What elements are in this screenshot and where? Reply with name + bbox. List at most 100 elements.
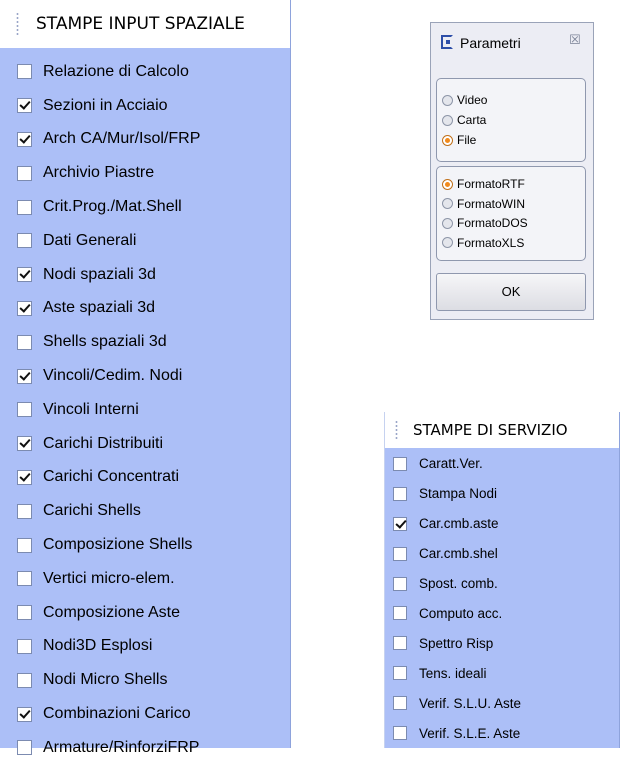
checkbox-checked-icon[interactable] (17, 469, 32, 485)
input-checkbox-arch-ca-mur-isol-frp[interactable]: Arch CA/Mur/Isol/FRP (0, 123, 290, 157)
service-checkbox-verif-s-l-e-aste[interactable]: Verif. S.L.E. Aste (385, 718, 619, 748)
checkbox-unchecked-icon[interactable] (393, 456, 407, 471)
input-checkbox-composizione-shells[interactable]: Composizione Shells (0, 528, 290, 562)
input-checkbox-composizione-aste[interactable]: Composizione Aste (0, 596, 290, 630)
checkbox-checked-icon[interactable] (17, 267, 32, 283)
checkbox-checked-icon[interactable] (17, 436, 32, 452)
checkbox-unchecked-icon[interactable] (393, 666, 407, 681)
service-checkbox-stampa-nodi[interactable]: Stampa Nodi (385, 479, 619, 509)
checkbox-unchecked-icon[interactable] (17, 638, 32, 654)
checkbox-label: Spost. comb. (419, 576, 498, 592)
output-radio-video[interactable]: Video (442, 93, 487, 107)
radio-unselected-icon[interactable] (442, 237, 453, 248)
checkbox-label: Stampa Nodi (419, 486, 498, 502)
format-radio-formatoxls[interactable]: FormatoXLS (442, 236, 524, 250)
service-panel-title: STAMPE DI SERVIZIO (413, 421, 568, 439)
checkbox-unchecked-icon[interactable] (17, 233, 32, 249)
checkbox-unchecked-icon[interactable] (17, 402, 32, 418)
checkbox-unchecked-icon[interactable] (17, 334, 32, 350)
radio-unselected-icon[interactable] (442, 114, 453, 126)
input-checkbox-relazione-di-calcolo[interactable]: Relazione di Calcolo (0, 55, 290, 89)
checkbox-unchecked-icon[interactable] (17, 503, 32, 519)
checkbox-label: Crit.Prog./Mat.Shell (43, 198, 182, 216)
checkbox-unchecked-icon[interactable] (393, 606, 407, 621)
service-checkbox-computo-acc[interactable]: Computo acc. (385, 599, 619, 629)
input-checkbox-aste-spaziali-3d[interactable]: Aste spaziali 3d (0, 292, 290, 326)
input-checkbox-carichi-shells[interactable]: Carichi Shells (0, 494, 290, 528)
service-checkbox-spost-comb[interactable]: Spost. comb. (385, 569, 619, 599)
input-panel-header: STAMPE INPUT SPAZIALE (0, 0, 290, 48)
input-checkbox-sezioni-in-acciaio[interactable]: Sezioni in Acciaio (0, 89, 290, 123)
input-checkbox-vertici-micro-elem[interactable]: Vertici micro-elem. (0, 562, 290, 596)
checkbox-label: Archivio Piastre (43, 164, 155, 182)
radio-label: FormatoRTF (457, 177, 525, 191)
format-radio-formatortf[interactable]: FormatoRTF (442, 177, 525, 191)
radio-label: File (457, 133, 477, 147)
checkbox-unchecked-icon[interactable] (17, 64, 32, 80)
checkbox-label: Vertici micro-elem. (43, 569, 175, 587)
close-icon[interactable]: ☒ (567, 32, 583, 48)
input-checkbox-vincoli-cedim-nodi[interactable]: Vincoli/Cedim. Nodi (0, 359, 290, 393)
input-checkbox-carichi-distribuiti[interactable]: Carichi Distribuiti (0, 427, 290, 461)
checkbox-unchecked-icon[interactable] (393, 726, 407, 741)
format-radio-formatowin[interactable]: FormatoWIN (442, 197, 525, 211)
format-radio-formatodos[interactable]: FormatoDOS (442, 216, 528, 230)
checkbox-label: Car.cmb.aste (419, 516, 499, 532)
input-panel-title: STAMPE INPUT SPAZIALE (36, 14, 245, 34)
radio-selected-icon[interactable] (442, 178, 453, 190)
grip-handle-icon[interactable] (395, 420, 398, 440)
service-checkbox-spettro-risp[interactable]: Spettro Risp (385, 628, 619, 658)
checkbox-unchecked-icon[interactable] (393, 696, 407, 711)
checkbox-unchecked-icon[interactable] (17, 199, 32, 215)
input-checkbox-crit-prog-mat-shell[interactable]: Crit.Prog./Mat.Shell (0, 190, 290, 224)
service-print-panel: STAMPE DI SERVIZIO Caratt.Ver. Stampa Nod… (384, 412, 620, 748)
input-checkbox-carichi-concentrati[interactable]: Carichi Concentrati (0, 461, 290, 495)
ok-button[interactable]: OK (436, 273, 586, 311)
checkbox-label: Nodi spaziali 3d (43, 265, 156, 283)
input-checkbox-combinazioni-carico[interactable]: Combinazioni Carico (0, 697, 290, 731)
radio-unselected-icon[interactable] (442, 94, 453, 106)
input-checkbox-dati-generali[interactable]: Dati Generali (0, 224, 290, 258)
checkbox-unchecked-icon[interactable] (393, 546, 407, 561)
checkbox-checked-icon[interactable] (17, 131, 32, 147)
input-checkbox-vincoli-interni[interactable]: Vincoli Interni (0, 393, 290, 427)
output-radio-carta[interactable]: Carta (442, 113, 486, 127)
checkbox-unchecked-icon[interactable] (393, 486, 407, 501)
radio-unselected-icon[interactable] (442, 217, 453, 229)
checkbox-unchecked-icon[interactable] (17, 537, 32, 553)
radio-label: FormatoXLS (457, 235, 525, 250)
checkbox-checked-icon[interactable] (17, 98, 32, 114)
checkbox-unchecked-icon[interactable] (17, 165, 32, 181)
checkbox-label: Verif. S.L.U. Aste (419, 695, 522, 711)
checkbox-unchecked-icon[interactable] (17, 672, 32, 688)
dialog-title: Parametri (460, 35, 521, 51)
checkbox-label: Computo acc. (419, 605, 503, 621)
radio-selected-icon[interactable] (442, 134, 453, 146)
input-checkbox-nodi-micro-shells[interactable]: Nodi Micro Shells (0, 663, 290, 697)
checkbox-checked-icon[interactable] (393, 516, 407, 531)
checkbox-checked-icon[interactable] (17, 706, 32, 722)
service-checkbox-verif-s-l-u-aste[interactable]: Verif. S.L.U. Aste (385, 688, 619, 718)
radio-unselected-icon[interactable] (442, 198, 453, 209)
service-checkbox-car-cmb-aste[interactable]: Car.cmb.aste (385, 509, 619, 539)
checkbox-label: Relazione di Calcolo (43, 62, 189, 80)
dialog-titlebar[interactable]: Parametri ☒ (431, 23, 593, 63)
checkbox-checked-icon[interactable] (17, 300, 32, 316)
checkbox-label: Sezioni in Acciaio (43, 96, 168, 114)
service-checkbox-caratt-ver[interactable]: Caratt.Ver. (385, 449, 619, 479)
checkbox-unchecked-icon[interactable] (17, 605, 32, 621)
checkbox-label: Nodi3D Esplosi (43, 637, 153, 655)
checkbox-label: Arch CA/Mur/Isol/FRP (43, 130, 201, 148)
service-checkbox-tens-ideali[interactable]: Tens. ideali (385, 658, 619, 688)
grip-handle-icon[interactable] (16, 12, 19, 36)
checkbox-unchecked-icon[interactable] (17, 571, 32, 587)
service-checkbox-car-cmb-shel[interactable]: Car.cmb.shel (385, 539, 619, 569)
checkbox-checked-icon[interactable] (17, 368, 32, 384)
input-checkbox-shells-spaziali-3d[interactable]: Shells spaziali 3d (0, 325, 290, 359)
input-checkbox-archivio-piastre[interactable]: Archivio Piastre (0, 156, 290, 190)
input-checkbox-nodi-spaziali-3d[interactable]: Nodi spaziali 3d (0, 258, 290, 292)
checkbox-unchecked-icon[interactable] (393, 636, 407, 651)
output-radio-file[interactable]: File (442, 133, 476, 147)
input-checkbox-nodi3d-esplosi[interactable]: Nodi3D Esplosi (0, 630, 290, 664)
checkbox-unchecked-icon[interactable] (393, 576, 407, 591)
